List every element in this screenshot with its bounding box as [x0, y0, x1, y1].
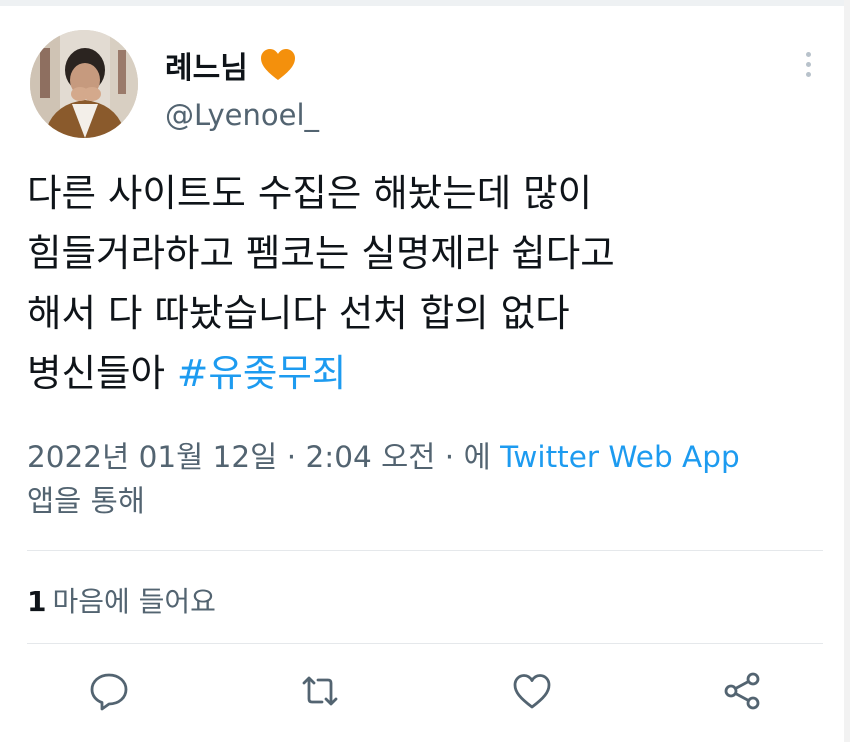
source-link[interactable]: Twitter Web App [500, 440, 740, 474]
tweet-text: 다른 사이트도 수집은 해놨는데 많이 힘들거라하고 펨코는 실명제라 쉽다고 … [27, 163, 827, 403]
meta-separator: · [444, 440, 455, 474]
author-row: 례느님 [165, 43, 298, 87]
tweet-line-text: 병신들아 [27, 351, 177, 395]
reply-icon[interactable] [87, 669, 131, 713]
divider [27, 550, 823, 551]
tweet-line: 해서 다 따놨습니다 선처 합의 없다 [27, 291, 570, 335]
likes-label: 마음에 들어요 [52, 585, 216, 618]
tweet-line: 병신들아 #유좆무죄 [27, 343, 827, 403]
display-name[interactable]: 례느님 [165, 43, 248, 87]
via-suffix: 앱을 통해 [27, 484, 145, 518]
avatar[interactable] [30, 30, 138, 138]
avatar-photo [30, 30, 138, 138]
tweet-time[interactable]: 2:04 오전 [306, 440, 436, 474]
hashtag-link[interactable]: #유좆무죄 [177, 351, 346, 395]
orange-heart-icon [258, 45, 298, 85]
like-heart-icon[interactable] [510, 669, 554, 713]
likes-stat[interactable]: 1 마음에 들어요 [27, 580, 216, 620]
more-options-icon[interactable] [800, 52, 816, 82]
divider [27, 643, 823, 644]
share-icon[interactable] [720, 669, 764, 713]
likes-count: 1 [27, 585, 47, 618]
tweet-date[interactable]: 2022년 01월 12일 [27, 440, 277, 474]
via-prefix: 에 [463, 440, 491, 474]
tweet-meta: 2022년 01월 12일 · 2:04 오전 · 에 Twitter Web … [27, 435, 837, 523]
meta-separator: · [286, 440, 297, 474]
tweet-line: 다른 사이트도 수집은 해놨는데 많이 [27, 171, 593, 215]
tweet-line: 힘들거라하고 펨코는 실명제라 쉽다고 [27, 231, 615, 275]
author-handle[interactable]: @Lyenoel_ [165, 98, 319, 132]
scroll-rail[interactable] [844, 0, 850, 742]
top-border [0, 0, 850, 6]
retweet-icon[interactable] [298, 669, 342, 713]
